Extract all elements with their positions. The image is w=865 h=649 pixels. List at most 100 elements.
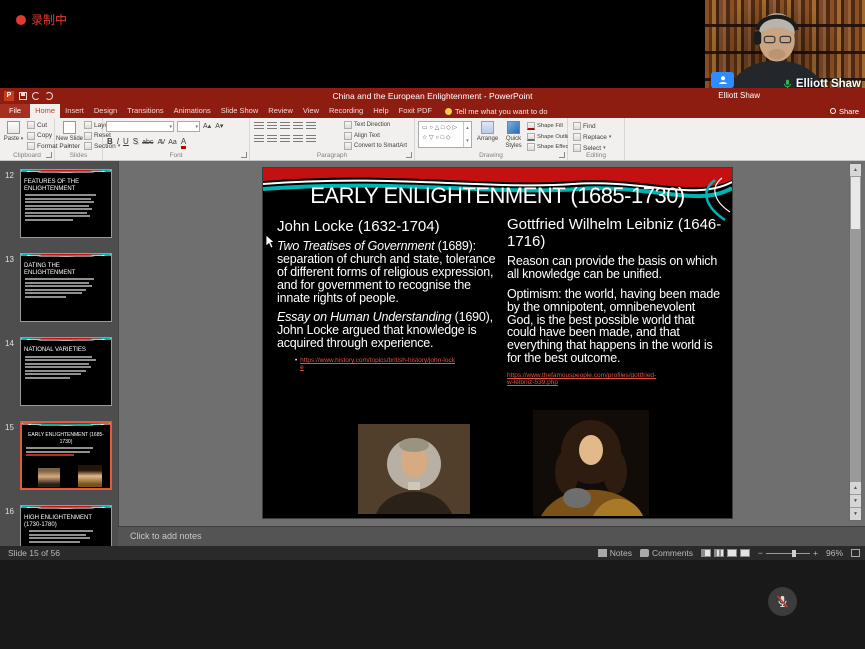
grow-font-icon[interactable]: A▴ bbox=[203, 122, 211, 130]
tab-review[interactable]: Review bbox=[263, 104, 298, 118]
justify-icon[interactable] bbox=[293, 135, 303, 144]
tab-insert[interactable]: Insert bbox=[60, 104, 89, 118]
next-slide-icon[interactable]: ▼ bbox=[850, 495, 861, 507]
text-shadow-button[interactable]: S bbox=[133, 137, 138, 146]
slide-thumbnail-12[interactable]: 12 FEATURES OF THE ENLIGHTENMENT bbox=[0, 169, 118, 239]
shape-fill-button[interactable]: Shape Fill bbox=[527, 122, 568, 130]
tab-slide-show[interactable]: Slide Show bbox=[216, 104, 264, 118]
bold-button[interactable]: B bbox=[107, 137, 113, 146]
font-size-select[interactable]: ▾ bbox=[177, 121, 200, 132]
locke-portrait-image[interactable] bbox=[358, 424, 470, 514]
slides-group: New Slide ▾ Layout▾ Reset Section▾ Slide… bbox=[55, 118, 103, 160]
align-text-button[interactable]: Align Text bbox=[344, 132, 407, 140]
zoom-slider[interactable] bbox=[766, 553, 810, 554]
font-color-button[interactable]: A bbox=[181, 138, 186, 149]
scroll-up-icon[interactable]: ▲ bbox=[850, 164, 861, 176]
strikethrough-button[interactable]: abc bbox=[142, 139, 153, 146]
shape-outline-button[interactable]: Shape Outline bbox=[527, 133, 568, 141]
font-name-select[interactable]: ▾ bbox=[106, 121, 174, 132]
vertical-scrollbar[interactable]: ▲ ▲ ▼ ▼ bbox=[849, 163, 862, 521]
slideshow-view-icon[interactable] bbox=[740, 549, 750, 557]
tab-help[interactable]: Help bbox=[368, 104, 393, 118]
line-spacing-icon[interactable] bbox=[306, 122, 316, 131]
mute-button[interactable] bbox=[768, 587, 797, 616]
tab-design[interactable]: Design bbox=[89, 104, 122, 118]
align-left-icon[interactable] bbox=[254, 135, 264, 144]
font-group: ▾ ▾ A▴ A▾ B I U S abc AV Aa A Font bbox=[103, 118, 250, 160]
notes-toggle[interactable]: Notes bbox=[598, 548, 632, 558]
increase-indent-icon[interactable] bbox=[293, 122, 303, 131]
align-text-label: Align Text bbox=[354, 133, 380, 139]
numbering-icon[interactable] bbox=[267, 122, 277, 131]
webcam-tile[interactable]: Elliott Shaw bbox=[705, 0, 865, 92]
character-spacing-button[interactable]: AV bbox=[157, 139, 164, 146]
convert-smartart-button[interactable]: Convert to SmartArt bbox=[344, 142, 407, 150]
scrollbar-thumb[interactable] bbox=[851, 177, 860, 229]
recording-label: 录制中 bbox=[31, 11, 67, 28]
locke-text-column[interactable]: John Locke (1632-1704) Two Treatises of … bbox=[277, 218, 499, 372]
text-direction-button[interactable]: Text Direction bbox=[344, 121, 407, 129]
notes-pane[interactable]: Click to add notes bbox=[118, 526, 865, 546]
slide-indicator: Slide 15 of 56 bbox=[8, 546, 60, 560]
tab-animations[interactable]: Animations bbox=[169, 104, 216, 118]
new-slide-button[interactable]: New Slide ▾ bbox=[56, 120, 83, 149]
slide-title[interactable]: EARLY ENLIGHTENMENT (1685-1730) bbox=[263, 183, 732, 209]
locke-link[interactable]: https://www.history.com/topics/british-h… bbox=[300, 357, 455, 372]
zoom-out-button[interactable]: − bbox=[758, 548, 763, 558]
columns-icon[interactable] bbox=[306, 135, 316, 144]
chevron-down-icon: ▾ bbox=[609, 134, 612, 140]
align-center-icon[interactable] bbox=[267, 135, 277, 144]
share-button[interactable]: Share bbox=[830, 104, 859, 118]
align-right-icon[interactable] bbox=[280, 135, 290, 144]
font-dialog-launcher-icon[interactable] bbox=[241, 152, 247, 158]
decrease-indent-icon[interactable] bbox=[280, 122, 290, 131]
paragraph-dialog-launcher-icon[interactable] bbox=[406, 152, 412, 158]
leibniz-text-column[interactable]: Gottfried Wilhelm Leibniz (1646-1716) Re… bbox=[507, 216, 722, 387]
previous-slide-icon[interactable]: ▲ bbox=[850, 482, 861, 494]
change-case-button[interactable]: Aa bbox=[168, 139, 177, 146]
select-button[interactable]: Select▾ bbox=[573, 144, 611, 152]
slide-editor-area[interactable]: EARLY ENLIGHTENMENT (1685-1730) John Loc… bbox=[118, 161, 865, 526]
leibniz-link[interactable]: https://www.thefamouspeople.com/profiles… bbox=[507, 372, 657, 387]
tab-foxit-pdf[interactable]: Foxit PDF bbox=[394, 104, 437, 118]
slide-sorter-view-icon[interactable] bbox=[714, 549, 724, 557]
slide-thumbnail-15-selected[interactable]: 15 EARLY ENLIGHTENMENT (1685-1730) bbox=[0, 421, 118, 491]
bullets-icon[interactable] bbox=[254, 122, 264, 131]
find-button[interactable]: Find bbox=[573, 122, 611, 130]
slide-thumbnail-14[interactable]: 14 NATIONAL VARIETIES bbox=[0, 337, 118, 407]
account-name[interactable]: Elliott Shaw bbox=[718, 88, 760, 104]
normal-view-icon[interactable] bbox=[701, 549, 711, 557]
shape-effects-button[interactable]: Shape Effects bbox=[527, 143, 568, 151]
slide-canvas[interactable]: EARLY ENLIGHTENMENT (1685-1730) John Loc… bbox=[263, 168, 732, 518]
find-icon bbox=[573, 122, 581, 130]
fit-to-window-icon[interactable] bbox=[851, 549, 860, 557]
clipboard-dialog-launcher-icon[interactable] bbox=[46, 152, 52, 158]
tab-file[interactable]: File bbox=[0, 104, 30, 118]
participant-badge[interactable] bbox=[711, 72, 734, 88]
underline-button[interactable]: U bbox=[123, 137, 129, 146]
comments-toggle[interactable]: Comments bbox=[640, 548, 693, 558]
copy-label: Copy bbox=[37, 132, 52, 139]
zoom-slider-thumb[interactable] bbox=[792, 550, 796, 557]
shrink-font-icon[interactable]: A▾ bbox=[215, 122, 223, 130]
tell-me-box[interactable]: Tell me what you want to do bbox=[437, 104, 556, 118]
slide-thumbnail-13[interactable]: 13 DATING THE ENLIGHTENMENT bbox=[0, 253, 118, 323]
shapes-gallery-scroll[interactable]: ▲▼ bbox=[463, 122, 471, 147]
italic-button[interactable]: I bbox=[117, 137, 119, 146]
reading-view-icon[interactable] bbox=[727, 549, 737, 557]
scroll-down-icon[interactable]: ▼ bbox=[850, 508, 861, 520]
drawing-dialog-launcher-icon[interactable] bbox=[559, 152, 565, 158]
leibniz-portrait-image[interactable] bbox=[533, 410, 649, 516]
zoom-in-button[interactable]: + bbox=[813, 548, 818, 558]
replace-button[interactable]: Replace▾ bbox=[573, 133, 611, 141]
shapes-gallery[interactable]: ▭ ○ △ □ ◇ ▷ ☆ ▽ ○ □ ◇ ▲▼ bbox=[418, 121, 472, 148]
slide-thumbnail-16[interactable]: 16 HIGH ENLIGHTENMENT (1730-1780) bbox=[0, 505, 118, 546]
zoom-level[interactable]: 96% bbox=[826, 548, 843, 558]
arrange-button[interactable]: Arrange bbox=[474, 120, 501, 143]
tab-transitions[interactable]: Transitions bbox=[122, 104, 168, 118]
tab-recording[interactable]: Recording bbox=[324, 104, 368, 118]
tab-view[interactable]: View bbox=[298, 104, 324, 118]
quick-styles-button[interactable]: Quick Styles bbox=[500, 120, 527, 149]
tab-home[interactable]: Home bbox=[30, 104, 60, 118]
paste-button[interactable]: Paste ▾ bbox=[0, 120, 27, 143]
